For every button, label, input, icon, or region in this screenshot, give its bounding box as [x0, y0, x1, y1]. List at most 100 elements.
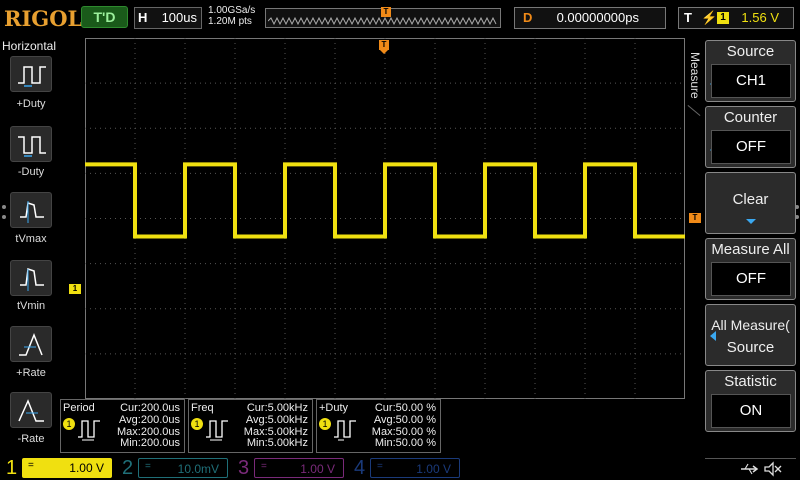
- rise-rate-icon: [19, 332, 43, 356]
- delay-box[interactable]: D 0.00000000ps: [514, 7, 666, 29]
- delay-value: 0.00000000ps: [556, 10, 639, 25]
- source-value: CH1: [711, 64, 791, 98]
- panel-handle: [795, 205, 799, 209]
- measure-name: +Duty: [319, 402, 349, 414]
- sidebar-item-label: tVmin: [16, 300, 46, 312]
- statistic-value: ON: [711, 394, 791, 428]
- trigger-position-bar: T: [265, 7, 501, 28]
- channel-scale-box: = 1.00 V: [22, 458, 112, 478]
- all-measure-source-value: Source: [726, 339, 775, 356]
- sidebar-item-negative-duty[interactable]: [10, 126, 52, 162]
- measure-avg: Avg:50.00 %: [373, 414, 436, 426]
- channel-scale: 1.00 V: [69, 461, 104, 475]
- measure-name: Freq: [191, 402, 214, 414]
- measure-name: Period: [63, 402, 95, 414]
- measure-result-positive-duty[interactable]: +Duty 1 Cur:50.00 % Avg:50.00 % Max:50.0…: [316, 399, 441, 453]
- status-bar: RIGOL T'D H 100us 1.00GSa/s 1.20M pts T …: [0, 0, 800, 36]
- measure-min: Min:200.0us: [120, 437, 180, 449]
- run-state-badge[interactable]: T'D: [81, 6, 128, 28]
- channel-bar: 1 = 1.00 V 2 = 10.0mV 3 = 1.00 V 4 = 1.0…: [0, 454, 800, 480]
- measure-item-sidebar: Horizontal +Duty -Duty tVmax tVmin +Rate…: [0, 36, 62, 454]
- dc-coupling-icon: =: [28, 460, 34, 471]
- sample-rate: 1.00GSa/s: [208, 5, 256, 16]
- waveform-display[interactable]: [85, 38, 685, 399]
- sidebar-item-positive-duty[interactable]: [10, 56, 52, 92]
- counter-value: OFF: [711, 130, 791, 164]
- period-icon: [78, 420, 100, 441]
- measure-min: Min:5.00kHz: [246, 437, 308, 449]
- trigger-label: T: [684, 10, 692, 25]
- dc-coupling-icon: =: [145, 461, 151, 472]
- down-arrow-icon: [746, 219, 756, 224]
- sidebar-item-fall-rate[interactable]: [10, 392, 52, 428]
- channel-scale-box: = 10.0mV: [138, 458, 228, 478]
- channel-number: 3: [238, 457, 250, 479]
- usb-icon: [741, 463, 759, 475]
- sidebar-title: Horizontal: [2, 39, 57, 53]
- timebase-box[interactable]: H 100us: [134, 7, 202, 29]
- speaker-muted-icon: [764, 461, 782, 477]
- acquisition-info: 1.00GSa/s 1.20M pts: [208, 5, 255, 27]
- measure-cur: Cur:50.00 %: [374, 402, 436, 414]
- statistic-button[interactable]: Statistic ON: [705, 370, 796, 432]
- channel-scale-box: = 1.00 V: [370, 458, 460, 478]
- clear-label: Clear: [732, 191, 769, 208]
- source-title: Source: [726, 43, 775, 60]
- channel-3-status[interactable]: 3 = 1.00 V: [232, 456, 350, 480]
- time-at-vmax-icon: [20, 201, 44, 223]
- horizontal-label: H: [138, 10, 148, 25]
- dc-coupling-icon: =: [377, 461, 383, 472]
- measure-all-value: OFF: [711, 262, 791, 296]
- clear-button[interactable]: Clear: [705, 172, 796, 234]
- channel-scale: 10.0mV: [177, 462, 219, 476]
- delay-label: D: [523, 10, 533, 25]
- down-arrow-icon: [380, 50, 388, 54]
- sidebar-item-label: -Duty: [17, 166, 45, 178]
- measure-cur: Cur:5.00kHz: [246, 402, 308, 414]
- trigger-level-value: 1.56 V: [741, 10, 779, 25]
- measure-result-period[interactable]: Period 1 Cur:200.0us Avg:200.0us Max:200…: [60, 399, 185, 453]
- counter-title: Counter: [723, 109, 778, 126]
- channel-4-status[interactable]: 4 = 1.00 V: [348, 456, 466, 480]
- dc-coupling-icon: =: [261, 461, 267, 472]
- sidebar-item-rise-rate[interactable]: [10, 326, 52, 362]
- frequency-icon: [206, 420, 228, 441]
- sidebar-item-label: tVmax: [15, 233, 47, 245]
- statistic-title: Statistic: [724, 373, 777, 390]
- sidebar-item-tvmax[interactable]: [10, 192, 52, 228]
- measure-all-title: Measure All: [711, 241, 790, 258]
- rising-edge-icon: ⚡: [701, 10, 718, 25]
- sidebar-item-tvmin[interactable]: [10, 260, 52, 296]
- measure-avg: Avg:5.00kHz: [245, 414, 308, 426]
- measure-min: Min:50.00 %: [374, 437, 436, 449]
- trigger-position-marker: T: [381, 7, 391, 17]
- trigger-box[interactable]: T ⚡ 1 1.56 V: [678, 7, 794, 29]
- timebase-value: 100us: [161, 10, 197, 25]
- channel-1-status[interactable]: 1 = 1.00 V: [0, 456, 118, 480]
- channel-number: 4: [354, 457, 366, 479]
- channel-number: 1: [6, 457, 18, 479]
- measure-channel-badge: 1: [191, 418, 203, 430]
- trigger-level-marker[interactable]: T: [689, 213, 701, 223]
- trigger-time-marker[interactable]: T: [379, 40, 389, 54]
- measure-channel-badge: 1: [319, 418, 331, 430]
- sidebar-item-label: +Duty: [16, 98, 46, 110]
- trigger-source-badge: 1: [717, 12, 729, 24]
- measure-channel-badge: 1: [63, 418, 75, 430]
- measure-cur: Cur:200.0us: [120, 402, 180, 414]
- channel-2-status[interactable]: 2 = 10.0mV: [116, 456, 234, 480]
- measure-all-button[interactable]: Measure All OFF: [705, 238, 796, 300]
- positive-duty-icon: [18, 66, 46, 87]
- channel-1-offset-marker[interactable]: 1: [69, 284, 81, 294]
- source-button[interactable]: Source CH1: [705, 40, 796, 102]
- all-measure-source-button[interactable]: All Measure( Source: [705, 304, 796, 366]
- fall-rate-icon: [18, 399, 44, 422]
- trigger-time-label: T: [379, 40, 389, 50]
- channel-scale-box: = 1.00 V: [254, 458, 344, 478]
- negative-duty-icon: [18, 136, 46, 157]
- measure-avg: Avg:200.0us: [119, 414, 180, 426]
- panel-handle: [795, 215, 799, 219]
- status-icon-area: [705, 458, 796, 478]
- counter-button[interactable]: Counter OFF: [705, 106, 796, 168]
- measure-result-freq[interactable]: Freq 1 Cur:5.00kHz Avg:5.00kHz Max:5.00k…: [188, 399, 313, 453]
